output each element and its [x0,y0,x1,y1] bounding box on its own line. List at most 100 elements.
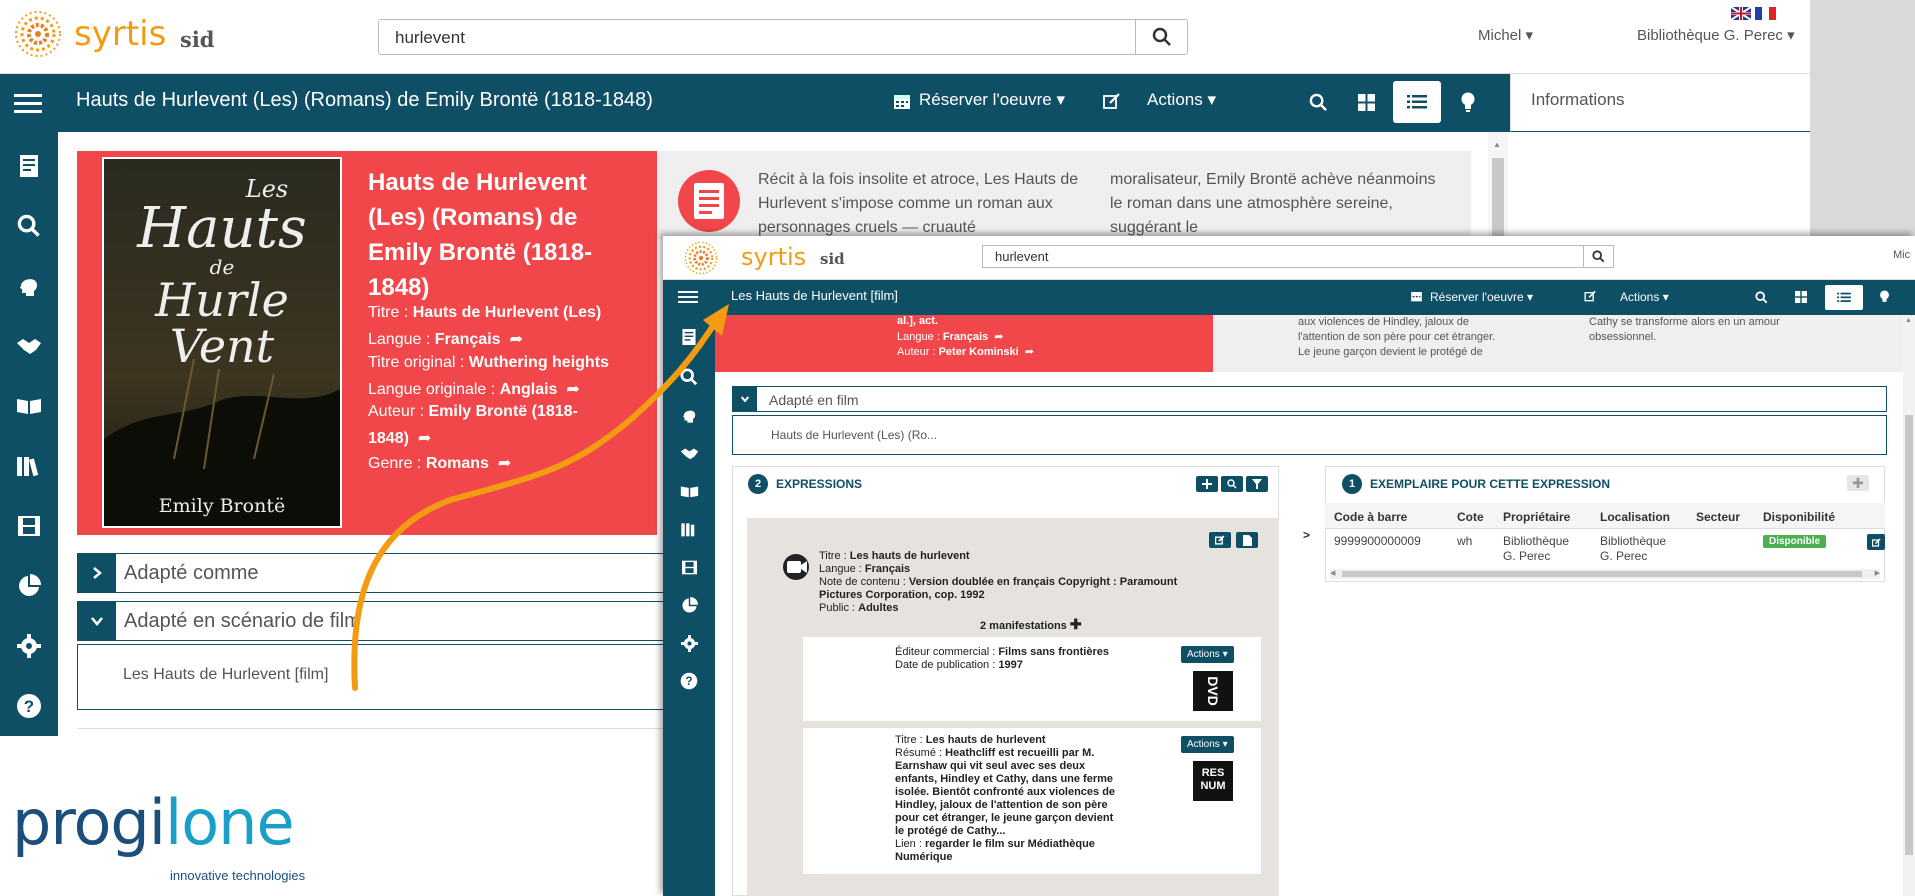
search-input[interactable]: hurlevent [378,19,1188,55]
search-icon[interactable] [1752,289,1770,305]
book-cover-image: Les Hauts de Hurle Vent Emily Brontë [102,157,342,528]
edit-icon[interactable] [1209,532,1231,548]
calendar-icon [893,92,911,110]
adapted-work-link[interactable]: Hauts de Hurlevent (Les) (Ro... [771,428,937,442]
records-icon[interactable] [0,146,58,186]
syrtis-logo-icon [684,241,718,275]
front-description: aux violences de Hindley, jaloux de l'at… [1213,315,1903,372]
language-flags[interactable] [1731,7,1776,20]
reserve-button[interactable]: Réserver l'oeuvre ▾ [1430,290,1533,304]
search-value: hurlevent [995,249,1049,264]
document-icon[interactable] [1236,532,1258,548]
logo-part-a: progi [12,786,166,859]
gear-icon[interactable] [0,626,58,666]
divider [77,728,663,736]
chevron-right-icon[interactable]: > [1303,528,1310,542]
search-icon[interactable] [1304,89,1332,115]
search-button[interactable] [1135,20,1187,54]
share-icon[interactable]: ➦ [994,331,1003,343]
search-icon[interactable] [1221,476,1243,492]
scrollbar[interactable]: ▲ [1488,132,1508,242]
user-menu[interactable]: Michel ▾ [1478,26,1533,44]
reserve-button[interactable]: Réserver l'oeuvre ▾ [919,90,1065,110]
description-col2: Cathy se transforme alors en un amour ob… [1589,315,1780,345]
syrtis-logo-icon [14,10,62,58]
accordion-label: Adapté comme [124,562,259,584]
manifestations-toggle[interactable]: 2 manifestations ✚ [980,616,1082,633]
chevron-down-icon [78,602,116,640]
column-header[interactable]: Cote [1457,510,1484,524]
document-icon [678,170,740,232]
edit-icon[interactable] [1867,534,1885,550]
actions-button[interactable]: Actions ▾ [1181,736,1234,753]
column-header[interactable]: Code à barre [1334,510,1407,524]
brand-suffix: sid [820,250,845,268]
chevron-down-icon: ▾ [1527,290,1534,304]
description-col1: aux violences de Hindley, jaloux de l'at… [1298,315,1495,360]
list-view-icon[interactable] [1393,81,1441,123]
actions-label: Actions [1187,739,1220,750]
plus-icon[interactable] [1196,476,1218,492]
count-badge: 1 [1342,474,1362,494]
resnum-label: NUM [1200,780,1226,792]
search-button[interactable] [1583,246,1613,267]
actions-button[interactable]: Actions ▾ [1181,646,1234,663]
meta-label: Langue : [897,331,943,343]
user-menu-clipped[interactable]: Mic [1893,249,1910,261]
plus-icon[interactable]: ✚ [1847,475,1869,491]
manifestation-details: Titre : Les hauts de hurlevent Résumé : … [895,734,1135,864]
cell-localisation: Bibliothèque G. Perec [1600,534,1666,564]
filter-icon[interactable] [1246,476,1268,492]
dvd-icon: DVD [1193,671,1233,711]
search-input[interactable]: hurlevent [982,245,1614,268]
field-label: Titre : [819,550,850,562]
bulb-icon[interactable] [1454,89,1482,115]
search-icon [1592,250,1605,263]
meta-langue: Langue : Français ➦ [897,330,1003,343]
list-view-icon[interactable] [1825,285,1863,310]
search-icon[interactable] [0,206,58,246]
table-row[interactable]: 9999900000009 wh Bibliothèque G. Perec Bi… [1325,531,1885,565]
help-icon[interactable]: ? [0,686,58,726]
meta-value: Français [942,331,989,343]
actions-label: Actions [1620,290,1660,304]
open-book-icon[interactable] [0,386,58,426]
column-header[interactable]: Disponibilité [1763,510,1835,524]
column-header[interactable]: Localisation [1600,510,1670,524]
library-icon[interactable] [0,446,58,486]
scrollbar[interactable]: ▲ [1903,315,1915,896]
cell-line: G. Perec [1600,549,1648,563]
bulb-icon[interactable] [1876,289,1892,305]
head-icon[interactable] [0,266,58,306]
plus-icon: ✚ [1069,616,1082,632]
field-label: Résumé : [895,747,946,759]
chevron-down-icon: ▾ [1056,90,1065,109]
link-value[interactable]: regarder le film sur Médiathèque Numériq… [895,838,1095,863]
cover-title: Les Hauts de Hurle Vent [104,177,340,369]
pie-chart-icon[interactable] [0,566,58,606]
library-name: Bibliothèque G. Perec [1637,27,1783,44]
column-header[interactable]: Secteur [1696,510,1740,524]
notice-fragment: al.], act. [897,315,938,327]
share-icon[interactable]: ➦ [1025,346,1034,358]
actions-menu-button[interactable]: Actions ▾ [1147,90,1216,110]
grid-view-icon[interactable] [1352,89,1380,115]
cell-cote: wh [1457,534,1473,548]
column-header[interactable]: Propriétaire [1503,510,1570,524]
actions-menu-button[interactable]: Actions ▾ [1620,290,1669,304]
search-icon [1152,27,1171,46]
horizontal-scrollbar[interactable]: ◀ ▶ [1330,569,1880,579]
meta-auteur: Auteur : Peter Kominski ➦ [897,345,1034,358]
handshake-icon[interactable] [0,326,58,366]
chevron-right-icon [78,554,116,592]
edit-icon[interactable] [1584,290,1597,302]
grid-view-icon[interactable] [1792,289,1810,305]
film-icon[interactable] [0,506,58,546]
field-value: isolée. Bientôt confronté aux violences … [895,786,1116,798]
library-menu[interactable]: Bibliothèque G. Perec ▾ [1637,26,1795,44]
hamburger-menu-icon[interactable] [10,90,46,116]
edit-icon[interactable] [1103,92,1121,110]
field-label: Lien : [895,838,925,850]
adapted-film-link[interactable]: Les Hauts de Hurlevent [film] [123,666,328,684]
accordion-adapte-en-film[interactable]: Adapté en film [732,386,1887,412]
